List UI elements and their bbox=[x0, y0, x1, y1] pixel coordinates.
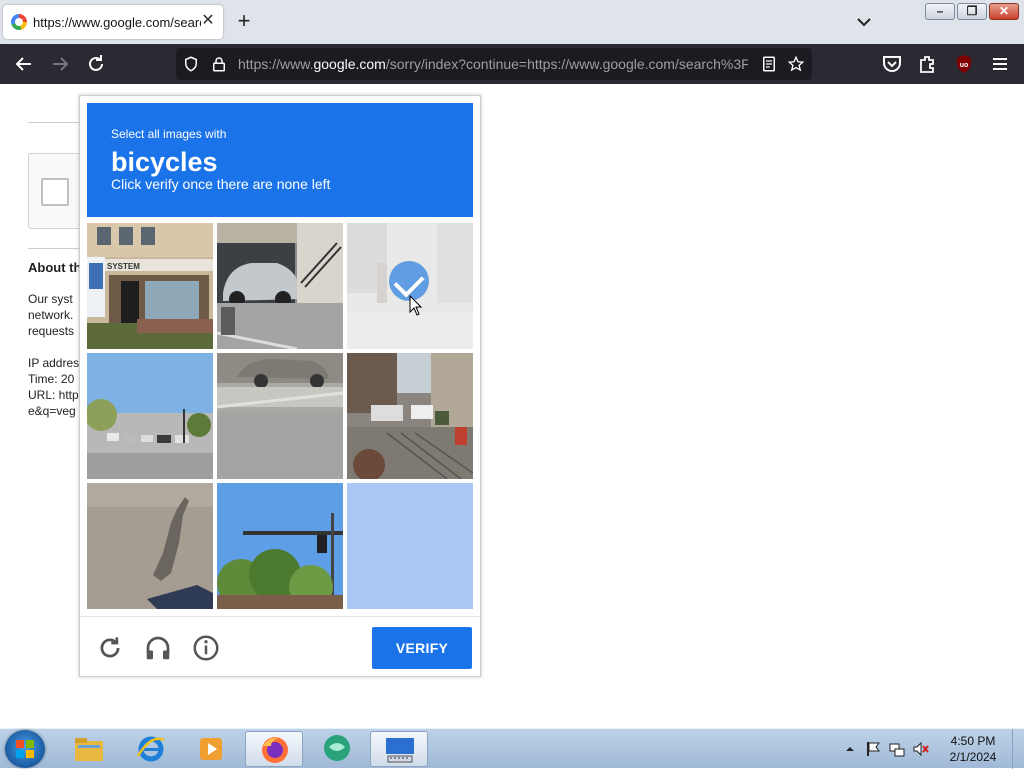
clock-date: 2/1/2024 bbox=[949, 750, 997, 764]
chat-bubble-icon bbox=[324, 735, 350, 761]
image-tile[interactable] bbox=[87, 483, 213, 609]
forward-arrow-icon[interactable] bbox=[48, 52, 72, 76]
info-icon[interactable] bbox=[191, 633, 221, 663]
show-hidden-icons-chevron-icon[interactable] bbox=[844, 743, 856, 755]
taskbar-file-explorer[interactable] bbox=[60, 731, 118, 767]
taskbar-media-player[interactable] bbox=[182, 731, 240, 767]
reload-challenge-icon[interactable] bbox=[95, 633, 125, 663]
image-tile-selected[interactable] bbox=[347, 223, 473, 349]
browser-toolbar: https://www.google.com/sorry/index?conti… bbox=[0, 44, 1024, 84]
browser-tab[interactable]: https://www.google.com/search?q=vegan+pi… bbox=[3, 5, 223, 39]
reload-icon[interactable] bbox=[84, 52, 108, 76]
bookmark-star-icon[interactable] bbox=[787, 55, 805, 73]
image-grid: SYSTEM bbox=[87, 223, 473, 609]
url-text[interactable]: https://www.google.com/sorry/index?conti… bbox=[238, 56, 748, 74]
google-favicon-icon bbox=[11, 14, 27, 30]
clock-time: 4:50 PM bbox=[950, 734, 996, 748]
about-heading: About th bbox=[28, 260, 82, 275]
image-tile[interactable] bbox=[87, 353, 213, 479]
recaptcha-checkbox[interactable] bbox=[41, 178, 69, 206]
new-tab-button[interactable]: + bbox=[232, 10, 256, 34]
list-all-tabs-icon[interactable] bbox=[852, 10, 876, 34]
keyboard-icon bbox=[386, 738, 414, 763]
taskbar-chat-app[interactable] bbox=[308, 731, 366, 767]
media-player-icon bbox=[200, 738, 222, 760]
network-icon[interactable] bbox=[888, 740, 906, 758]
image-tile[interactable] bbox=[217, 483, 343, 609]
reader-view-icon[interactable] bbox=[760, 55, 778, 73]
challenge-footer: VERIFY bbox=[80, 616, 480, 678]
image-tile[interactable]: SYSTEM bbox=[87, 223, 213, 349]
volume-muted-icon[interactable] bbox=[912, 740, 930, 758]
audio-challenge-headphones-icon[interactable] bbox=[143, 633, 173, 663]
action-center-flag-icon[interactable] bbox=[864, 740, 882, 758]
target-object: bicycles bbox=[111, 147, 218, 177]
ublock-origin-icon[interactable]: uo bbox=[952, 52, 976, 76]
mouse-cursor-icon bbox=[409, 295, 423, 316]
taskbar-on-screen-keyboard[interactable] bbox=[370, 731, 428, 767]
back-arrow-icon[interactable] bbox=[12, 52, 36, 76]
verify-button[interactable]: VERIFY bbox=[372, 627, 472, 669]
taskbar: 4:50 PM 2/1/2024 bbox=[0, 728, 1024, 769]
lock-icon[interactable] bbox=[210, 55, 228, 73]
address-bar[interactable]: https://www.google.com/sorry/index?conti… bbox=[176, 48, 812, 80]
instruction-subtext: Click verify once there are none left bbox=[111, 176, 331, 192]
folder-icon bbox=[75, 738, 103, 761]
show-desktop-button[interactable] bbox=[1012, 729, 1024, 769]
image-tile-loading[interactable] bbox=[347, 483, 473, 609]
challenge-header: Select all images with bicycles Click ve… bbox=[87, 103, 473, 217]
shield-icon[interactable] bbox=[182, 55, 200, 73]
instruction-text: Select all images with bbox=[111, 127, 227, 141]
minimize-button[interactable]: – bbox=[925, 3, 955, 20]
tab-title: https://www.google.com/search?q=vegan+pi… bbox=[33, 15, 201, 30]
system-clock[interactable]: 4:50 PM 2/1/2024 bbox=[940, 733, 1006, 765]
close-window-button[interactable]: ✕ bbox=[989, 3, 1019, 20]
firefox-icon bbox=[262, 737, 288, 763]
close-tab-icon[interactable]: ✕ bbox=[199, 12, 217, 30]
image-tile[interactable] bbox=[347, 353, 473, 479]
browser-titlebar: https://www.google.com/search?q=vegan+pi… bbox=[0, 0, 1024, 44]
pocket-icon[interactable] bbox=[880, 52, 904, 76]
hamburger-menu-icon[interactable] bbox=[988, 52, 1012, 76]
windows-logo-icon bbox=[16, 740, 34, 758]
image-tile[interactable] bbox=[217, 223, 343, 349]
taskbar-firefox[interactable] bbox=[245, 731, 303, 767]
image-tile[interactable] bbox=[217, 353, 343, 479]
system-tray bbox=[840, 737, 940, 761]
start-button[interactable] bbox=[5, 730, 45, 768]
internet-explorer-icon bbox=[136, 736, 165, 762]
taskbar-internet-explorer[interactable] bbox=[122, 731, 180, 767]
svg-text:uo: uo bbox=[960, 62, 969, 69]
svg-text:SYSTEM: SYSTEM bbox=[107, 262, 140, 271]
extensions-puzzle-icon[interactable] bbox=[916, 52, 940, 76]
restore-button[interactable]: ❐ bbox=[957, 3, 987, 20]
recaptcha-challenge: Select all images with bicycles Click ve… bbox=[79, 95, 481, 677]
